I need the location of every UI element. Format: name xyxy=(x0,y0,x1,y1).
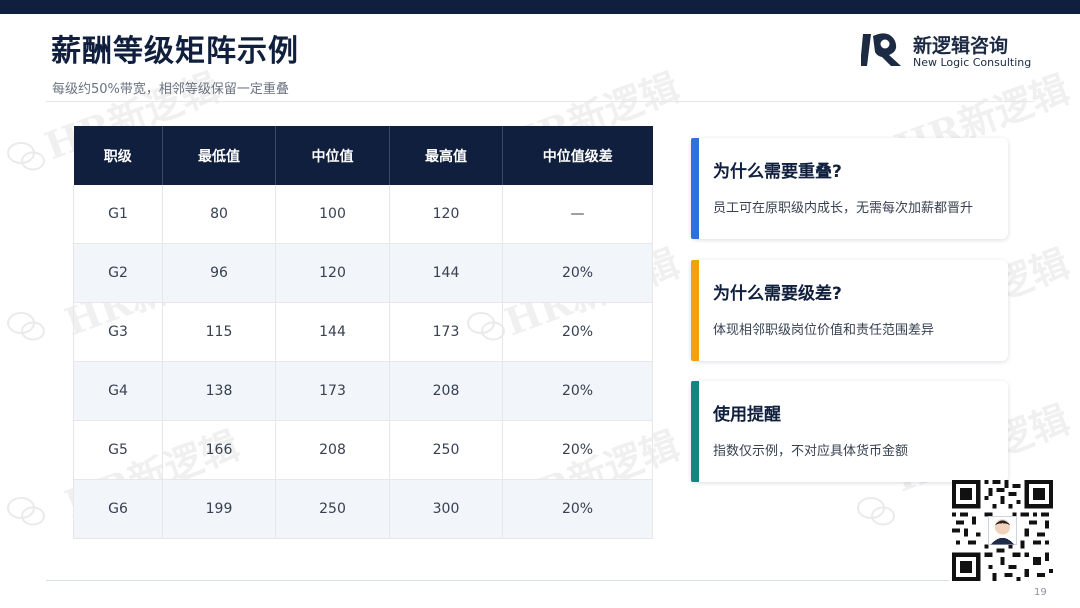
card-title: 为什么需要级差? xyxy=(713,284,842,304)
table-cell: G6 xyxy=(73,479,163,539)
table-cell: G3 xyxy=(73,302,163,362)
table-cell: 115 xyxy=(162,302,276,362)
wechat-icon xyxy=(7,142,45,171)
card-title: 为什么需要重叠? xyxy=(713,162,842,182)
table-cell: 20% xyxy=(502,243,653,303)
info-card-overlap: 为什么需要重叠? 员工可在原职级内成长，无需每次加薪都晋升 xyxy=(691,138,1008,239)
table-row: G3 115 144 173 20% xyxy=(73,302,653,362)
table-row: G1 80 100 120 — xyxy=(73,185,653,244)
table-cell: 166 xyxy=(162,420,276,480)
table-cell: 100 xyxy=(275,185,390,244)
table-cell: G4 xyxy=(73,361,163,421)
table-cell: 173 xyxy=(389,302,503,362)
brand-name-cn: 新逻辑咨询 xyxy=(913,35,1009,57)
table-cell: 120 xyxy=(275,243,390,303)
table-cell: 20% xyxy=(502,420,653,480)
brand-logo: 新逻辑咨询 New Logic Consulting xyxy=(861,32,1031,72)
wechat-icon xyxy=(7,497,45,526)
page-number: 19 xyxy=(1034,587,1047,598)
table-cell: G1 xyxy=(73,185,163,244)
card-accent-bar xyxy=(691,381,699,482)
brand-name-en: New Logic Consulting xyxy=(913,56,1032,69)
card-title: 使用提醒 xyxy=(713,405,781,425)
table-cell: 20% xyxy=(502,302,653,362)
info-card-reminder: 使用提醒 指数仅示例，不对应具体货币金额 xyxy=(691,381,1008,482)
table-cell: 120 xyxy=(389,185,503,244)
card-accent-bar xyxy=(691,138,699,239)
top-bar xyxy=(0,0,1080,14)
table-cell: 208 xyxy=(275,420,390,480)
table-cell: 144 xyxy=(389,243,503,303)
table-row: G4 138 173 208 20% xyxy=(73,361,653,421)
table-cell: 199 xyxy=(162,479,276,539)
salary-matrix-table: 职级 最低值 中位值 最高值 中位值级差 G1 80 100 120 — G2 … xyxy=(73,126,653,539)
column-header: 中位值 xyxy=(275,126,390,185)
table-cell: 20% xyxy=(502,361,653,421)
qr-code-icon xyxy=(952,480,1053,581)
logo-mark-icon xyxy=(861,33,901,66)
table-row: G2 96 120 144 20% xyxy=(73,243,653,303)
wechat-icon xyxy=(7,312,45,341)
page-title: 薪酬等级矩阵示例 xyxy=(51,34,299,69)
card-accent-bar xyxy=(691,260,699,361)
card-text: 员工可在原职级内成长，无需每次加薪都晋升 xyxy=(713,201,974,216)
title-divider xyxy=(46,101,1034,102)
column-header: 最低值 xyxy=(162,126,276,185)
table-row: G5 166 208 250 20% xyxy=(73,420,653,480)
table-cell: 300 xyxy=(389,479,503,539)
column-header: 最高值 xyxy=(389,126,503,185)
table-cell: G2 xyxy=(73,243,163,303)
table-cell: 80 xyxy=(162,185,276,244)
table-cell: — xyxy=(502,185,653,244)
info-card-differential: 为什么需要级差? 体现相邻职级岗位价值和责任范围差异 xyxy=(691,260,1008,361)
column-header: 中位值级差 xyxy=(502,126,653,185)
table-cell: 20% xyxy=(502,479,653,539)
table-cell: 250 xyxy=(389,420,503,480)
card-text: 指数仅示例，不对应具体货币金额 xyxy=(713,444,909,459)
table-cell: 208 xyxy=(389,361,503,421)
table-cell: 173 xyxy=(275,361,390,421)
table-cell: 96 xyxy=(162,243,276,303)
table-cell: 250 xyxy=(275,479,390,539)
card-text: 体现相邻职级岗位价值和责任范围差异 xyxy=(713,323,935,338)
footer-divider xyxy=(46,580,949,581)
table-cell: G5 xyxy=(73,420,163,480)
page-subtitle: 每级约50%带宽，相邻等级保留一定重叠 xyxy=(52,82,289,97)
column-header: 职级 xyxy=(73,126,163,185)
table-row: G6 199 250 300 20% xyxy=(73,479,653,539)
wechat-icon xyxy=(857,497,895,526)
table-cell: 138 xyxy=(162,361,276,421)
table-cell: 144 xyxy=(275,302,390,362)
table-header-row: 职级 最低值 中位值 最高值 中位值级差 xyxy=(73,126,653,185)
